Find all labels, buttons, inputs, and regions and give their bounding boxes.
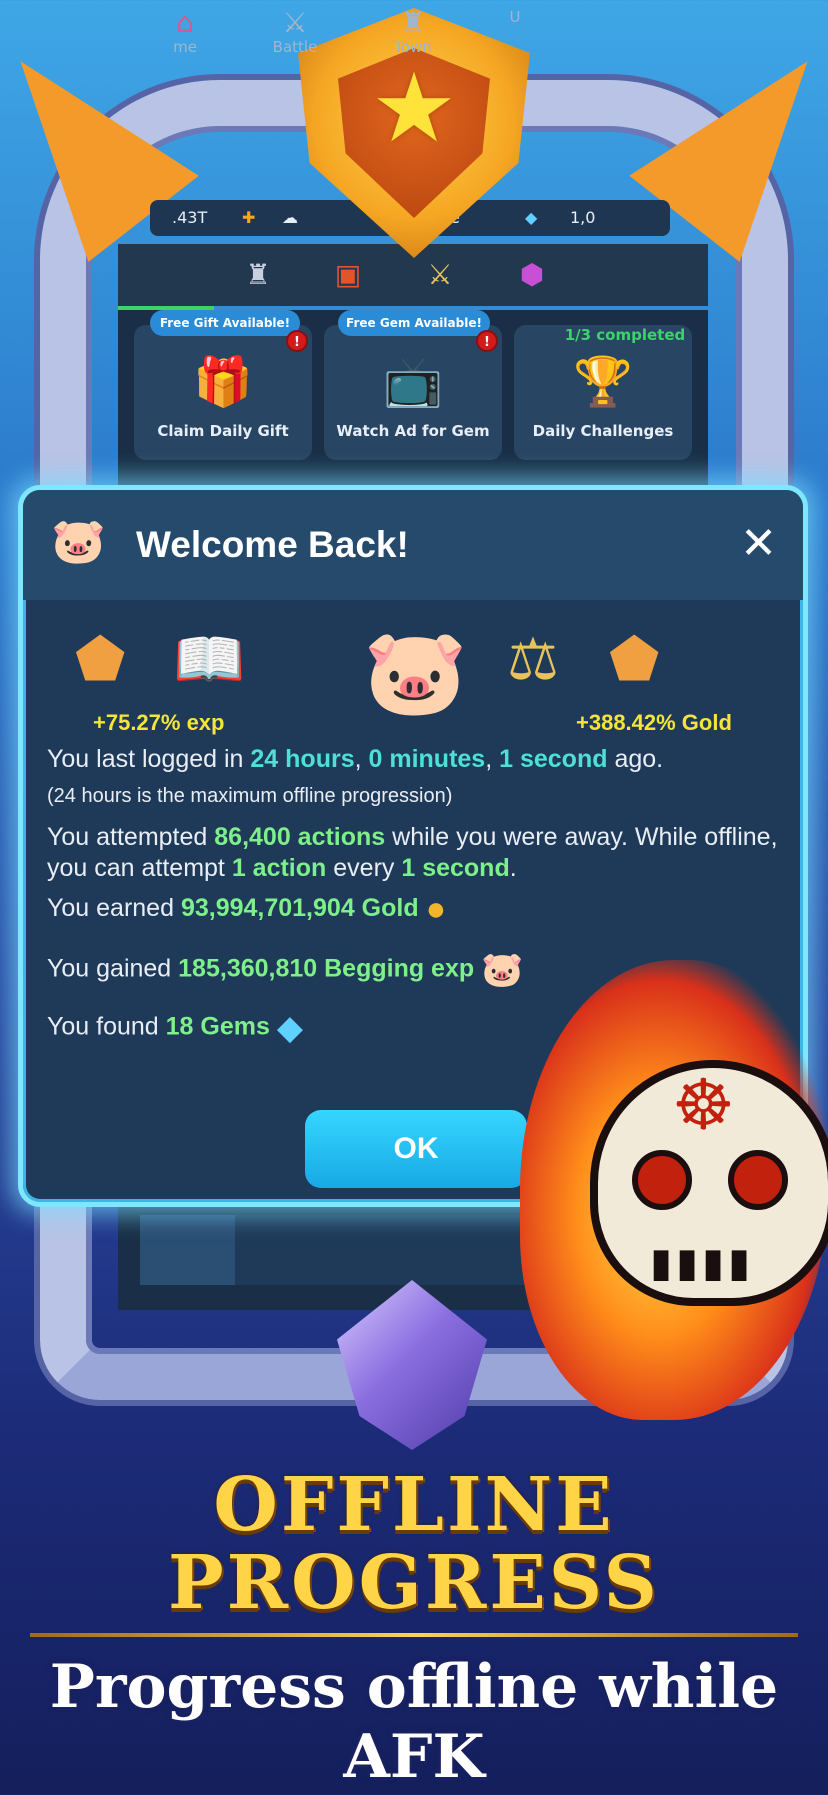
wheel-emblem-icon: ☸ — [672, 1064, 735, 1146]
alert-badge: ! — [476, 330, 498, 352]
star-icon: ★ — [370, 52, 458, 164]
tv-icon: 📺 — [383, 354, 443, 410]
castle-icon: ♜ — [400, 6, 426, 39]
max-offline-note: (24 hours is the maximum offline progres… — [47, 785, 453, 807]
nav-label: Battle — [272, 38, 318, 56]
gold-coin-icon: ● — [425, 890, 447, 928]
free-gift-pill: Free Gift Available! — [150, 310, 300, 336]
gold-bonus: +388.42% Gold — [576, 710, 732, 735]
exp-bonus: +75.27% exp — [93, 710, 225, 735]
gem-icon: ◆ — [525, 208, 538, 227]
card-label: Daily Challenges — [532, 422, 674, 440]
actions-text: You attempted 86,400 actions while you w… — [47, 823, 778, 882]
skull-teeth: ▮▮▮▮ — [650, 1240, 755, 1286]
cloud-icon: ☁ — [282, 208, 298, 227]
nav-active-highlight — [140, 1215, 235, 1285]
scale-icon: ⚖ — [507, 625, 559, 693]
daily-challenges-card[interactable]: 🏆 Daily Challenges — [514, 325, 692, 460]
skull-eye-right — [728, 1150, 788, 1210]
claim-daily-gift-card[interactable]: 🎁 Claim Daily Gift — [134, 325, 312, 460]
headline-offline: OFFLINE — [213, 1462, 615, 1548]
star-badge-icon: ⬟ — [75, 625, 126, 693]
nav-label: U — [509, 8, 521, 26]
book-icon: 📖 — [173, 625, 246, 693]
nav-battle[interactable]: ⚔ Battle — [250, 6, 340, 57]
nav-town[interactable]: ♜ Town — [368, 6, 458, 57]
dialog-title: Welcome Back! — [136, 524, 409, 565]
challenges-progress: 1/3 completed — [564, 326, 686, 344]
dice-icon[interactable]: ⬢ — [510, 254, 554, 294]
close-icon[interactable]: ✕ — [740, 522, 777, 566]
shop-icon: ⌂ — [176, 6, 194, 39]
last-login-text: You last logged in 24 hours, 0 minutes, … — [47, 745, 664, 773]
card-label: Claim Daily Gift — [157, 422, 289, 440]
nav-label: Town — [394, 38, 432, 56]
piggy-bank-icon: 🐷 — [51, 516, 106, 567]
skull-eye-left — [632, 1150, 692, 1210]
nav-partial[interactable]: U — [470, 8, 560, 26]
card-label: Watch Ad for Gem — [336, 422, 490, 440]
gold-earned-text: You earned 93,994,701,904 Gold ● — [47, 890, 447, 928]
headline-progress: PROGRESS — [168, 1540, 660, 1626]
gem-amount: 1,0 — [570, 208, 596, 227]
watch-ad-card[interactable]: 📺 Watch Ad for Gem — [324, 325, 502, 460]
swords-icon[interactable]: ⚔ — [418, 254, 462, 294]
gift-icon: 🎁 — [193, 354, 253, 410]
trophy-icon: 🏆 — [573, 354, 633, 410]
diamond-icon: ◆ — [276, 1009, 303, 1047]
nav-home[interactable]: ⌂ me — [140, 6, 230, 57]
piggy-bank-coin-icon: 🐷 — [363, 623, 468, 721]
chest-icon[interactable]: ▣ — [326, 254, 370, 294]
plus-icon[interactable]: ✚ — [242, 208, 255, 227]
piggy-bank-icon: 🐷 — [481, 951, 524, 989]
swords-icon: ⚔ — [282, 6, 308, 39]
gold-badge-icon: ⬟ — [609, 625, 660, 693]
nav-label: me — [173, 38, 197, 56]
alert-badge: ! — [286, 330, 308, 352]
subline: Progress offline while AFK — [49, 1652, 779, 1792]
gold-amount: .43T — [172, 208, 208, 227]
divider-rule — [30, 1633, 798, 1637]
castle-icon[interactable]: ♜ — [236, 254, 280, 294]
free-gem-pill: Free Gem Available! — [338, 310, 490, 336]
ok-button[interactable]: OK — [305, 1110, 527, 1188]
